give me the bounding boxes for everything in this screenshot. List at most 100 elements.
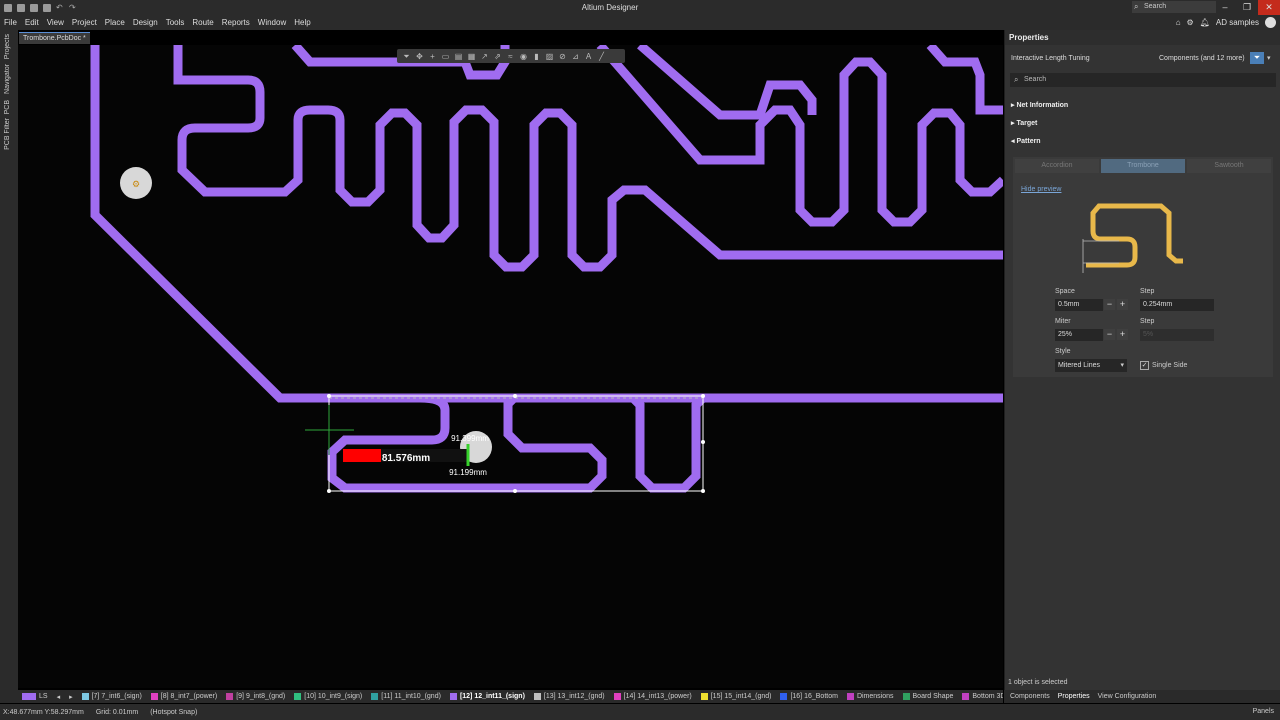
diff-pair-icon[interactable]: ⇗ xyxy=(493,52,502,61)
polygon-icon[interactable]: ▨ xyxy=(545,52,554,61)
layer-label: [10] 10_int9_(sign) xyxy=(304,693,363,700)
pattern-sawtooth[interactable]: Sawtooth xyxy=(1187,159,1271,173)
hide-preview-link[interactable]: Hide preview xyxy=(1021,186,1061,193)
notification-icon[interactable]: 🔔︎ xyxy=(1200,18,1210,27)
tab-navigator[interactable]: Navigator xyxy=(4,64,11,94)
menu-tools[interactable]: Tools xyxy=(162,18,189,27)
tab-projects[interactable]: Projects xyxy=(4,34,11,59)
dimension-icon[interactable]: ⊿ xyxy=(571,52,580,61)
save-all-icon[interactable] xyxy=(30,3,38,12)
move-icon[interactable]: ✥ xyxy=(415,52,424,61)
home-icon[interactable]: ⌂ xyxy=(1176,18,1181,27)
pattern-accordion[interactable]: Accordion xyxy=(1015,159,1099,173)
text-icon[interactable]: A xyxy=(584,52,593,61)
line-icon[interactable]: ╱ xyxy=(597,52,606,61)
layer-tab[interactable]: [9] 9_int8_(gnd) xyxy=(226,693,285,700)
workspace-label[interactable]: AD samples xyxy=(1216,18,1259,27)
section-net-information[interactable]: ▸ Net Information xyxy=(1011,101,1068,109)
menu-edit[interactable]: Edit xyxy=(21,18,43,27)
section-pattern[interactable]: ◂ Pattern xyxy=(1011,137,1041,145)
layer-tab[interactable]: [8] 8_int7_(power) xyxy=(150,693,217,700)
panel-search-input[interactable]: Search xyxy=(1010,73,1276,87)
layer-prev-icon[interactable]: ◂ xyxy=(57,693,61,701)
save-icon[interactable] xyxy=(17,3,25,12)
space-increment-button[interactable]: + xyxy=(1117,299,1128,310)
miter-increment-button[interactable]: + xyxy=(1117,329,1128,340)
rect-select-icon[interactable]: ▭ xyxy=(441,52,450,61)
undo-icon[interactable]: ↶ xyxy=(56,3,64,12)
meander-trace-4 xyxy=(926,45,1003,115)
section-target[interactable]: ▸ Target xyxy=(1011,119,1037,127)
menu-help[interactable]: Help xyxy=(290,18,314,27)
section-label: Net Information xyxy=(1016,102,1069,109)
menu-reports[interactable]: Reports xyxy=(218,18,254,27)
layer-tab[interactable]: [16] 16_Bottom xyxy=(780,693,838,700)
mode-label: Interactive Length Tuning xyxy=(1011,55,1090,62)
tab-pcb[interactable]: PCB xyxy=(4,100,11,114)
pcb-traces[interactable] xyxy=(90,45,1003,493)
layer-tab[interactable]: Dimensions xyxy=(846,693,894,700)
panel-title: Properties xyxy=(1005,30,1280,45)
filter-scope[interactable]: Components (and 12 more) xyxy=(1159,55,1245,62)
maximize-button[interactable]: ❐ xyxy=(1236,0,1258,15)
menu-view[interactable]: View xyxy=(43,18,68,27)
filter-button[interactable]: ⏷ xyxy=(1250,52,1264,64)
fill-icon[interactable]: ▮ xyxy=(532,52,541,61)
avatar[interactable] xyxy=(1265,17,1276,28)
current-length-label: 81.576mm xyxy=(382,453,430,464)
miter-decrement-button[interactable]: − xyxy=(1104,329,1115,340)
menu-design[interactable]: Design xyxy=(129,18,162,27)
layer-label: [7] 7_int6_(sign) xyxy=(91,693,142,700)
miter-input[interactable]: 25% xyxy=(1055,329,1103,341)
menu-file[interactable]: File xyxy=(0,18,21,27)
redo-icon[interactable]: ↷ xyxy=(69,3,77,12)
space-decrement-button[interactable]: − xyxy=(1104,299,1115,310)
layer-swatch xyxy=(371,693,379,700)
tab-components[interactable]: Components xyxy=(1010,693,1050,700)
layer-tab[interactable]: Board Shape xyxy=(902,693,954,700)
menu-window[interactable]: Window xyxy=(254,18,290,27)
filter-icon[interactable]: ⏷ xyxy=(402,52,411,61)
layer-tab[interactable]: [13] 13_int12_(gnd) xyxy=(533,693,605,700)
new-doc-icon[interactable] xyxy=(4,3,12,12)
pcb-drawing[interactable]: ⚙ 81.576mm 91.399mm 91.199mm xyxy=(18,45,1003,688)
document-tab[interactable]: Trombone.PcbDoc * xyxy=(19,32,90,44)
layer-tab[interactable]: Bottom 3D xyxy=(962,693,1003,700)
layer-tab[interactable]: [12] 12_int11_(sign) xyxy=(449,693,525,700)
pattern-trombone[interactable]: Trombone xyxy=(1101,159,1185,173)
via-icon[interactable]: ◉ xyxy=(519,52,528,61)
via-1-label: ⚙ xyxy=(132,179,140,189)
layer-tab[interactable]: [14] 14_int13_(power) xyxy=(613,693,692,700)
open-icon[interactable] xyxy=(43,3,51,12)
filter-dropdown-icon[interactable]: ▾ xyxy=(1267,54,1271,62)
route-icon[interactable]: ↗ xyxy=(480,52,489,61)
style-select[interactable]: Mitered Lines xyxy=(1055,359,1127,372)
menu-place[interactable]: Place xyxy=(101,18,129,27)
single-side-checkbox[interactable]: ✓ xyxy=(1140,361,1149,370)
step-input[interactable]: 0.254mm xyxy=(1140,299,1214,311)
add-icon[interactable]: + xyxy=(428,52,437,61)
global-search-input[interactable]: Search xyxy=(1132,1,1216,13)
menu-project[interactable]: Project xyxy=(68,18,101,27)
layer-tab[interactable]: [10] 10_int9_(sign) xyxy=(294,693,362,700)
align-icon[interactable]: ▤ xyxy=(454,52,463,61)
layer-tab[interactable]: [11] 11_int10_(gnd) xyxy=(371,693,441,700)
layer-set-button[interactable]: LS xyxy=(22,693,48,700)
minimize-button[interactable]: – xyxy=(1214,0,1236,15)
keepout-icon[interactable]: ⊘ xyxy=(558,52,567,61)
menu-route[interactable]: Route xyxy=(188,18,217,27)
tab-view-configuration[interactable]: View Configuration xyxy=(1098,693,1157,700)
tab-pcb-filter[interactable]: PCB Filter xyxy=(4,118,11,150)
component-icon[interactable]: ▦ xyxy=(467,52,476,61)
tab-properties[interactable]: Properties xyxy=(1058,693,1090,700)
length-tune-icon[interactable]: ≈ xyxy=(506,52,515,61)
pcb-canvas[interactable]: ⚙ 81.576mm 91.399mm 91.199mm xyxy=(18,45,1003,688)
layer-next-icon[interactable]: ▸ xyxy=(69,693,73,701)
space-input[interactable]: 0.5mm xyxy=(1055,299,1103,311)
gear-icon[interactable]: ⚙ xyxy=(1187,18,1194,27)
close-button[interactable]: ✕ xyxy=(1258,0,1280,15)
layer-tab[interactable]: [15] 15_int14_(gnd) xyxy=(700,693,771,700)
panels-button[interactable]: Panels xyxy=(1253,708,1274,715)
layer-label: Board Shape xyxy=(912,693,954,700)
layer-tab[interactable]: [7] 7_int6_(sign) xyxy=(81,693,142,700)
